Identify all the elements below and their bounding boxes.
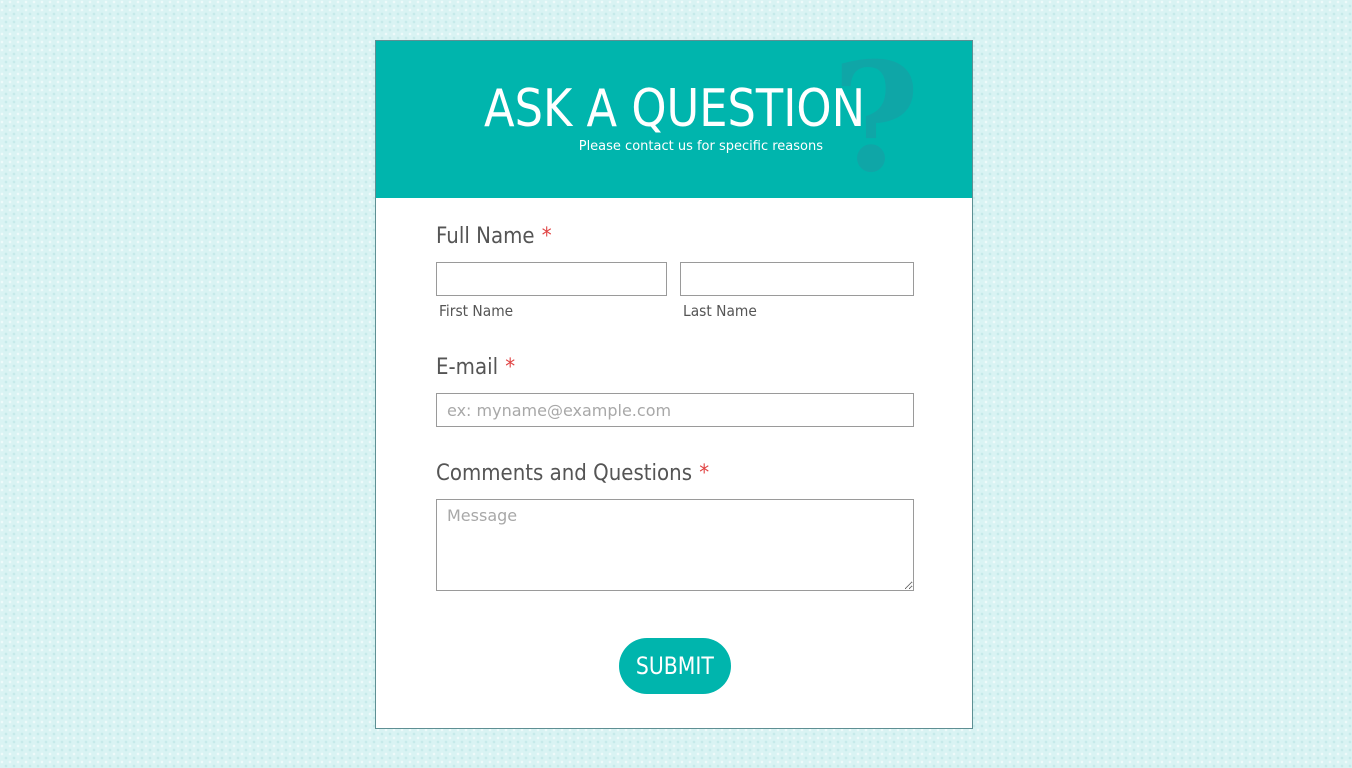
full-name-label-text: Full Name bbox=[436, 224, 535, 249]
required-asterisk: * bbox=[699, 461, 710, 486]
email-label: E-mail * bbox=[436, 355, 515, 380]
first-name-input[interactable] bbox=[436, 262, 667, 296]
submit-button-label: SUBMIT bbox=[636, 652, 714, 680]
last-name-sublabel: Last Name bbox=[683, 302, 757, 320]
full-name-label: Full Name * bbox=[436, 224, 552, 249]
form-header: ? ASK A QUESTION Please contact us for s… bbox=[376, 41, 972, 198]
first-name-sublabel: First Name bbox=[439, 302, 514, 320]
comments-label: Comments and Questions * bbox=[436, 461, 709, 486]
email-input[interactable] bbox=[436, 393, 914, 427]
comments-label-text: Comments and Questions bbox=[436, 461, 693, 486]
message-textarea[interactable] bbox=[436, 499, 914, 591]
required-asterisk: * bbox=[505, 355, 516, 380]
submit-button[interactable]: SUBMIT bbox=[619, 638, 731, 694]
email-label-text: E-mail bbox=[436, 355, 499, 380]
ask-question-form: ? ASK A QUESTION Please contact us for s… bbox=[375, 40, 973, 729]
last-name-input[interactable] bbox=[680, 262, 914, 296]
form-subtitle: Please contact us for specific reasons bbox=[578, 139, 823, 154]
form-title: ASK A QUESTION bbox=[484, 79, 866, 139]
required-asterisk: * bbox=[541, 224, 552, 249]
